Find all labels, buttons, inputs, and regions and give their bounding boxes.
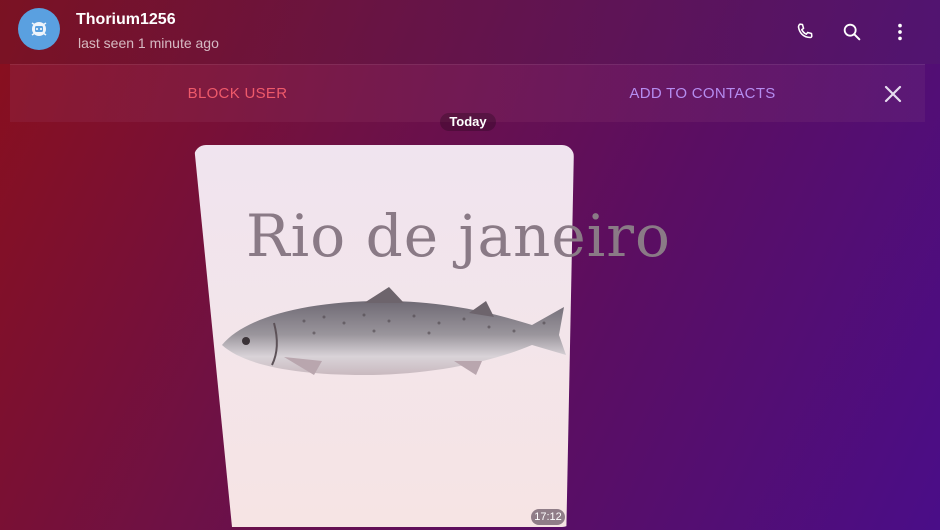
call-button[interactable]	[791, 18, 819, 46]
image-caption-text: Rio de janeiro	[246, 202, 671, 270]
date-separator: Today	[440, 113, 496, 131]
more-vert-icon	[898, 23, 902, 41]
search-icon	[843, 23, 861, 41]
chat-header: Thorium1256 last seen 1 minute ago	[0, 0, 940, 64]
message-time: 17:12	[531, 509, 565, 525]
block-user-button[interactable]: BLOCK USER	[160, 65, 315, 122]
avatar[interactable]	[18, 8, 60, 50]
last-seen-status: last seen 1 minute ago	[78, 35, 219, 51]
phone-icon	[797, 23, 813, 39]
contact-name[interactable]: Thorium1256	[76, 11, 176, 29]
more-options-button[interactable]	[886, 18, 914, 46]
close-icon	[884, 85, 902, 103]
bot-avatar-icon	[31, 22, 47, 36]
search-button[interactable]	[838, 18, 866, 46]
fish-image	[222, 287, 566, 375]
add-to-contacts-button[interactable]: ADD TO CONTACTS	[615, 65, 790, 122]
close-action-bar-button[interactable]	[878, 79, 908, 109]
